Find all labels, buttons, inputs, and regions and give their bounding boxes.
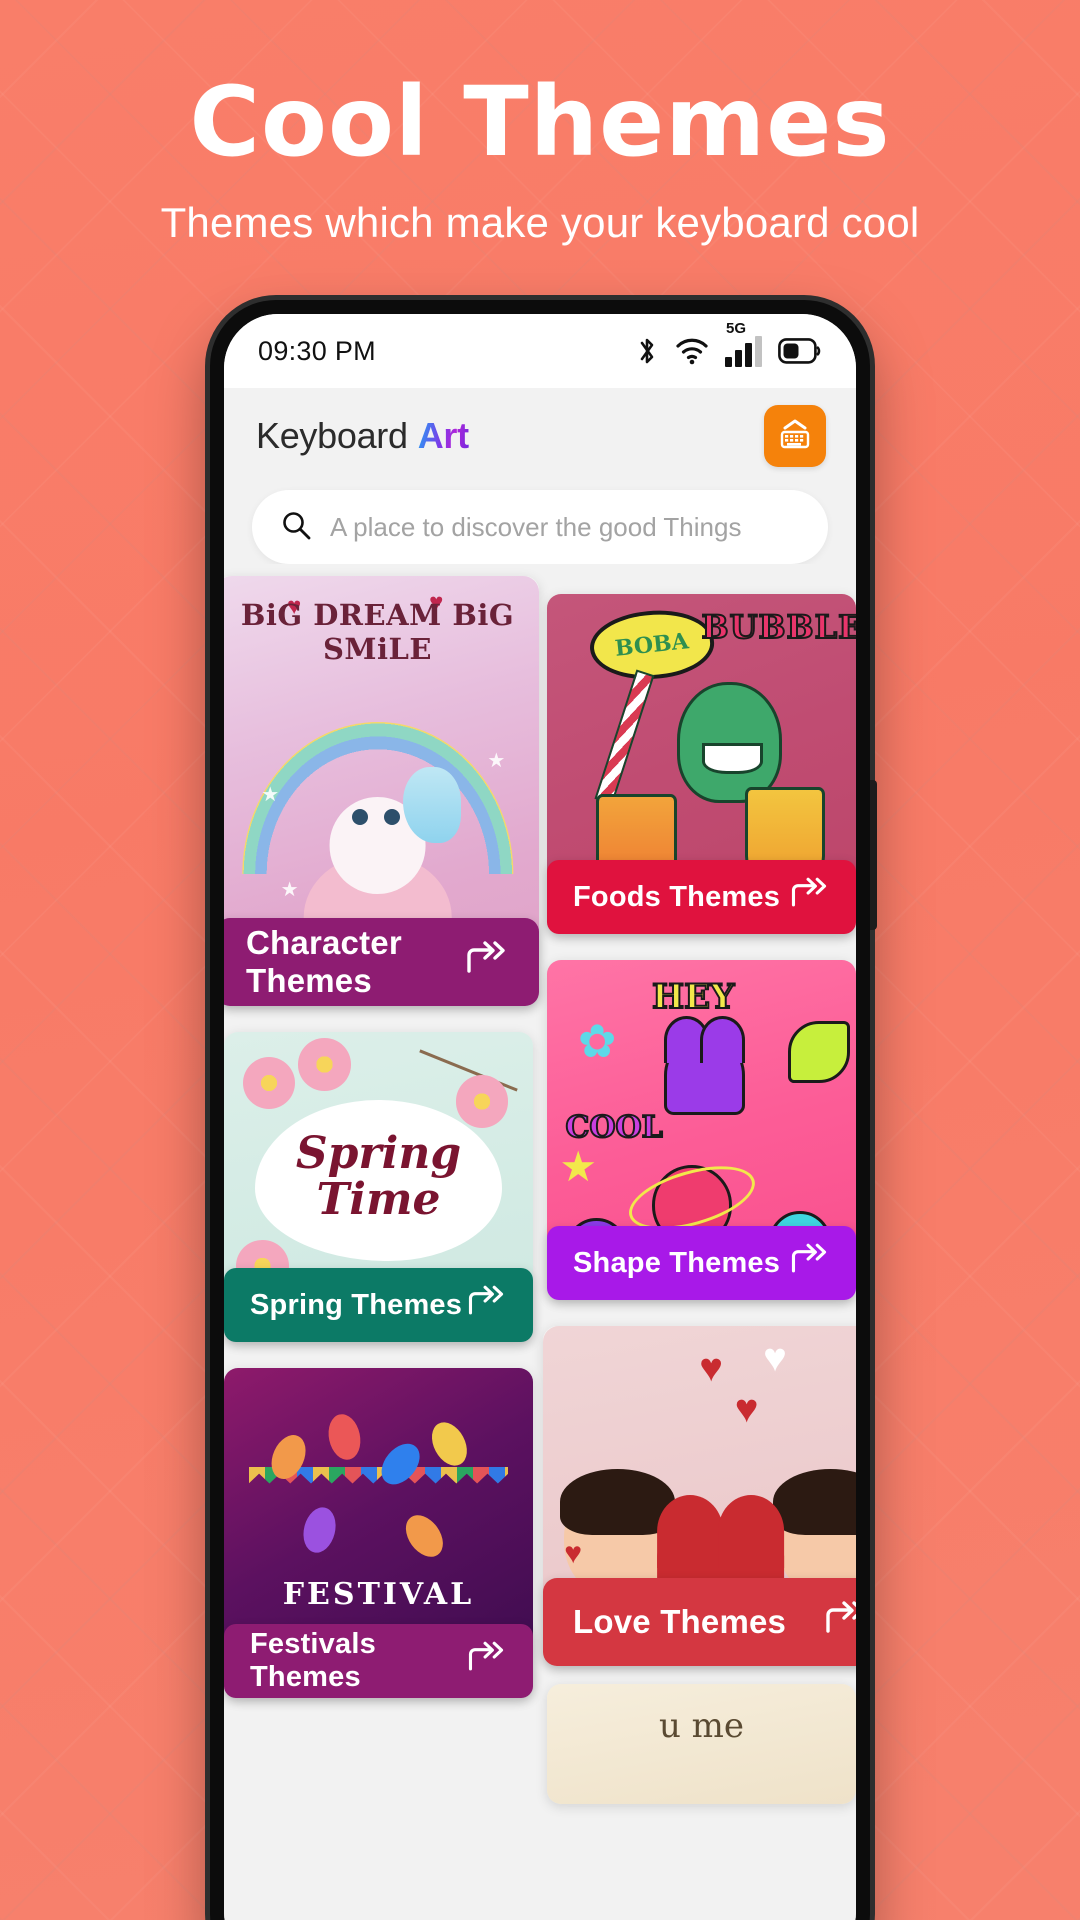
artwork-spring-title: Spring Time — [224, 1131, 533, 1223]
arrow-forward-icon — [465, 1285, 507, 1325]
artwork-shape-word-hey: HEY — [651, 976, 735, 1018]
theme-card-love-label: Love Themes — [573, 1603, 787, 1640]
arrow-forward-icon — [788, 1243, 830, 1283]
theme-card-foods-banner[interactable]: Foods Themes — [547, 860, 856, 934]
keyboard-toggle-button[interactable] — [764, 405, 826, 467]
theme-card-peek[interactable]: u me — [547, 1684, 856, 1804]
theme-card-shape[interactable]: ✿ HEY COOL ★ Shape Themes — [547, 960, 856, 1300]
signal-icon: 5G — [725, 320, 762, 367]
theme-card-love[interactable]: ♥ ♥ ♥ ♥ ♥ Love Themes — [543, 1326, 856, 1666]
artwork-foods-boba-word: BOBA — [587, 604, 718, 686]
status-bar: 09:30 PM 5G — [224, 314, 856, 388]
blob-character-graphic — [788, 1021, 850, 1083]
app-header: Keyboard Art — [224, 388, 856, 484]
artwork-character-title: BiG DREAM BiG SMiLE — [240, 597, 515, 666]
dinosaur-graphic — [676, 682, 782, 804]
heart-icon: ♥ — [699, 1346, 723, 1391]
bluetooth-icon — [635, 335, 659, 367]
themes-grid-left-column: ★ ★ ★ ♥ ♥ BiG DREAM BiG SMiLE Character … — [224, 576, 539, 1920]
artwork-peek-text: u me — [658, 1705, 745, 1746]
heart-icon: ♥ — [564, 1536, 583, 1570]
flower-graphic — [242, 1056, 296, 1110]
star-icon: ★ — [559, 1143, 598, 1191]
theme-card-spring-label: Spring Themes — [250, 1288, 463, 1321]
artwork-shape-word-cool: COOL — [565, 1109, 664, 1146]
theme-card-foods-label: Foods Themes — [573, 880, 781, 913]
keyboard-icon — [775, 414, 815, 459]
phone-screen: 09:30 PM 5G Keyboard Art A place to disc… — [224, 314, 856, 1920]
artwork-spring-line2: Time — [316, 1174, 441, 1226]
page-title: Cool Themes — [189, 66, 891, 178]
wifi-icon — [675, 337, 709, 365]
network-type-label: 5G — [726, 319, 747, 337]
page-subtitle: Themes which make your keyboard cool — [160, 198, 920, 246]
flower-star-icon: ✿ — [577, 1015, 617, 1068]
search-section: A place to discover the good Things — [224, 484, 856, 564]
theme-card-artwork: u me — [547, 1684, 856, 1804]
status-bar-time: 09:30 PM — [258, 335, 376, 366]
theme-card-shape-banner[interactable]: Shape Themes — [547, 1226, 856, 1300]
flower-graphic — [455, 1075, 509, 1128]
unicorn-mane — [403, 767, 462, 843]
search-input[interactable]: A place to discover the good Things — [330, 512, 741, 543]
star-icon: ★ — [280, 879, 299, 901]
battery-icon — [778, 338, 822, 364]
star-icon: ★ — [487, 750, 506, 772]
theme-card-character-banner[interactable]: Character Themes — [224, 918, 539, 1006]
artwork-festival-word: FESTIVAL — [282, 1577, 475, 1613]
status-bar-icons: 5G — [635, 320, 822, 367]
arrow-forward-icon — [822, 1601, 856, 1643]
search-icon — [280, 509, 312, 546]
themes-grid-right-column: BOBA BUBBLE DINO- Foods Themes — [543, 576, 856, 1920]
themes-grid: ★ ★ ★ ♥ ♥ BiG DREAM BiG SMiLE Character … — [224, 564, 856, 1920]
theme-card-character-label: Character Themes — [246, 924, 402, 999]
arrow-forward-icon — [463, 941, 509, 983]
straw-graphic — [594, 669, 655, 805]
theme-card-spring[interactable]: Spring Time Spring Themes — [224, 1032, 533, 1342]
heart-icon: ♥ — [734, 1387, 759, 1432]
theme-card-festivals-banner[interactable]: Festivals Themes — [224, 1624, 533, 1698]
promo-text-block: Cool Themes Themes which make your keybo… — [0, 0, 1080, 247]
heart-icon: ♥ — [763, 1336, 787, 1381]
theme-card-foods[interactable]: BOBA BUBBLE DINO- Foods Themes — [547, 594, 856, 934]
heart-character-graphic — [664, 1015, 746, 1116]
artwork-spring-line1: Spring — [295, 1128, 462, 1180]
theme-card-festivals[interactable]: FESTIVAL Festivals Themes — [224, 1368, 533, 1698]
flower-graphic — [298, 1038, 351, 1091]
theme-card-shape-label: Shape Themes — [573, 1246, 781, 1279]
arrow-forward-icon — [788, 877, 830, 917]
theme-card-character[interactable]: ★ ★ ★ ♥ ♥ BiG DREAM BiG SMiLE Character … — [224, 576, 539, 1006]
brand-accent-text: Art — [417, 415, 469, 456]
artwork-foods-bubble-word: BUBBLE — [701, 607, 856, 647]
phone-mockup-frame: 09:30 PM 5G Keyboard Art A place to disc… — [210, 300, 877, 1920]
arrow-forward-icon — [465, 1641, 507, 1681]
search-bar[interactable]: A place to discover the good Things — [252, 490, 828, 564]
theme-card-love-banner[interactable]: Love Themes — [543, 1578, 856, 1666]
theme-card-spring-banner[interactable]: Spring Themes — [224, 1268, 533, 1342]
app-brand: Keyboard Art — [256, 415, 469, 457]
star-icon: ★ — [261, 784, 280, 807]
brand-primary-text: Keyboard — [256, 415, 408, 456]
theme-card-festivals-label: Festivals Themes — [250, 1628, 376, 1693]
